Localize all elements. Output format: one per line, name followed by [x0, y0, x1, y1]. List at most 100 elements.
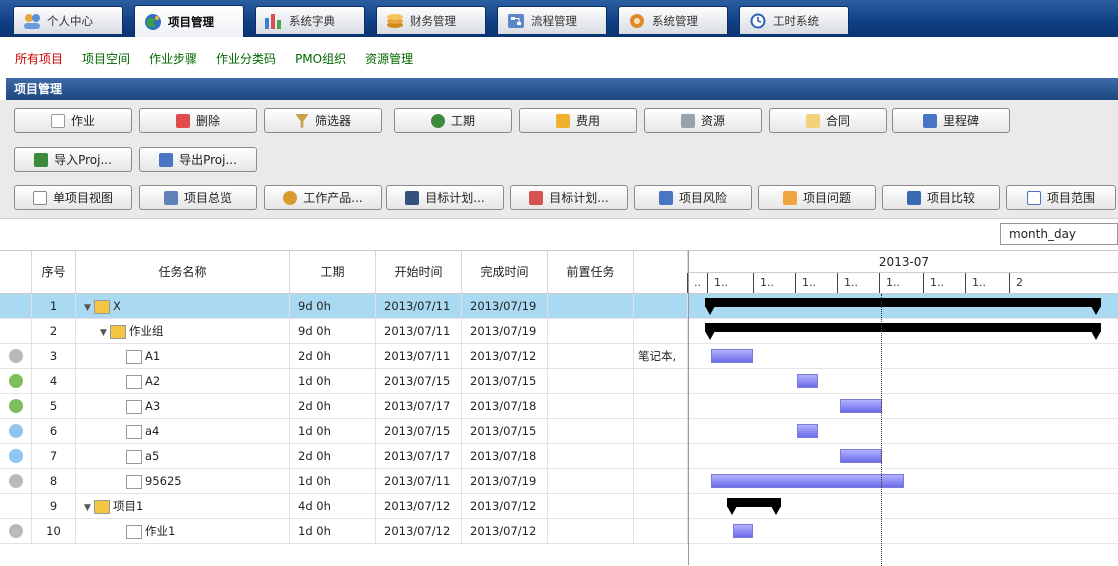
baseline-plan-button-2[interactable]: 目标计划...	[510, 185, 628, 210]
tab-finance[interactable]: 财务管理	[376, 6, 486, 34]
task-name-cell[interactable]: a4	[76, 419, 290, 444]
gantt-day-tick: 1..	[923, 273, 944, 293]
task-bar[interactable]	[797, 374, 818, 388]
subnav-resource-management[interactable]: 资源管理	[365, 50, 413, 67]
task-bar[interactable]	[840, 399, 882, 413]
milestone-button[interactable]: 里程碑	[892, 108, 1010, 133]
table-row[interactable]: 10 作业1 1d 0h 2013/07/12 2013/07/12	[0, 519, 688, 544]
tab-personal-center[interactable]: 个人中心	[13, 6, 123, 34]
task-name-cell[interactable]: ▼ 项目1	[76, 494, 290, 519]
duration-button[interactable]: 工期	[394, 108, 512, 133]
gantt-day-tick: 1..	[837, 273, 858, 293]
task-bar[interactable]	[797, 424, 818, 438]
work-product-button[interactable]: 工作产品...	[264, 185, 382, 210]
zoom-select[interactable]: month_day	[1000, 223, 1118, 245]
row-status-cell	[0, 344, 32, 369]
task-name-cell[interactable]: a5	[76, 444, 290, 469]
summary-bar[interactable]	[705, 298, 1101, 307]
seq-cell: 9	[32, 494, 76, 519]
project-issue-button[interactable]: 项目问题	[758, 185, 876, 210]
subnav-pmo-org[interactable]: PMO组织	[295, 50, 346, 67]
seq-cell: 6	[32, 419, 76, 444]
table-row[interactable]: 3 A1 2d 0h 2013/07/11 2013/07/12 笔记本,	[0, 344, 688, 369]
column-header-seq[interactable]: 序号	[32, 251, 76, 294]
table-row[interactable]: 4 A2 1d 0h 2013/07/15 2013/07/15	[0, 369, 688, 394]
gantt-day-tick: 1..	[965, 273, 986, 293]
baseline-plan-button-1[interactable]: 目标计划...	[386, 185, 504, 210]
duration-cell: 9d 0h	[290, 319, 376, 344]
expand-toggle-icon[interactable]: ▼	[100, 321, 110, 344]
filter-button[interactable]: 筛选器	[264, 108, 382, 133]
task-bar[interactable]	[711, 474, 904, 488]
table-row[interactable]: 1 ▼ X 9d 0h 2013/07/11 2013/07/19	[0, 294, 688, 319]
cost-button[interactable]: 费用	[519, 108, 637, 133]
single-project-view-button[interactable]: 单项目视图	[14, 185, 132, 210]
predecessor-cell	[548, 469, 634, 494]
column-header-start[interactable]: 开始时间	[376, 251, 462, 294]
window-icon	[32, 190, 47, 205]
task-bar[interactable]	[732, 524, 753, 538]
task-name-cell[interactable]: 95625	[76, 469, 290, 494]
column-header-duration[interactable]: 工期	[290, 251, 376, 294]
project-overview-button[interactable]: 项目总览	[139, 185, 257, 210]
status-column-header	[0, 251, 32, 294]
task-name-cell[interactable]: ▼ X	[76, 294, 290, 319]
tab-system-admin[interactable]: 系统管理	[618, 6, 728, 34]
task-bar[interactable]	[840, 449, 882, 463]
add-activity-button[interactable]: 作业	[14, 108, 132, 133]
gantt-row	[689, 494, 1118, 519]
table-row[interactable]: 2 ▼ 作业组 9d 0h 2013/07/11 2013/07/19	[0, 319, 688, 344]
task-name-cell[interactable]: A3	[76, 394, 290, 419]
subnav-all-projects[interactable]: 所有项目	[15, 50, 63, 67]
duration-cell: 2d 0h	[290, 344, 376, 369]
gantt-day-tick: ..	[687, 273, 701, 293]
task-name-text: X	[113, 299, 121, 313]
expand-toggle-icon[interactable]: ▼	[84, 296, 94, 319]
column-header-notes[interactable]	[634, 251, 688, 294]
column-header-predecessor[interactable]: 前置任务	[548, 251, 634, 294]
table-row[interactable]: 7 a5 2d 0h 2013/07/17 2013/07/18	[0, 444, 688, 469]
gantt-month-label: 2013-07	[689, 251, 1118, 273]
subnav-project-space[interactable]: 项目空间	[82, 50, 130, 67]
project-risk-button[interactable]: 项目风险	[634, 185, 752, 210]
tab-timesheet[interactable]: 工时系统	[739, 6, 849, 34]
project-compare-button[interactable]: 项目比较	[882, 185, 1000, 210]
gear-icon	[283, 190, 298, 205]
import-project-button[interactable]: 导入Proj...	[14, 147, 132, 172]
project-scope-button[interactable]: 项目范围	[1006, 185, 1116, 210]
export-project-button[interactable]: 导出Proj...	[139, 147, 257, 172]
contract-button[interactable]: 合同	[769, 108, 887, 133]
tab-workflow[interactable]: 流程管理	[497, 6, 607, 34]
compare-chart-icon	[906, 190, 921, 205]
zoom-row: month_day	[0, 218, 1118, 246]
table-row[interactable]: 8 95625 1d 0h 2013/07/11 2013/07/19	[0, 469, 688, 494]
column-header-end[interactable]: 完成时间	[462, 251, 548, 294]
summary-end-marker	[1091, 331, 1101, 340]
task-name-cell[interactable]: A1	[76, 344, 290, 369]
task-bar[interactable]	[711, 349, 753, 363]
task-name-cell[interactable]: 作业1	[76, 519, 290, 544]
expand-toggle-icon[interactable]: ▼	[84, 496, 94, 519]
duration-cell: 9d 0h	[290, 294, 376, 319]
notes-cell	[634, 469, 688, 494]
table-row[interactable]: 9 ▼ 项目1 4d 0h 2013/07/12 2013/07/12	[0, 494, 688, 519]
gantt-row	[689, 469, 1118, 494]
task-name-cell[interactable]: ▼ 作业组	[76, 319, 290, 344]
delete-button[interactable]: 删除	[139, 108, 257, 133]
summary-bar[interactable]	[705, 323, 1101, 332]
row-status-cell	[0, 469, 32, 494]
column-header-task-name[interactable]: 任务名称	[76, 251, 290, 294]
notes-cell	[634, 394, 688, 419]
resource-button[interactable]: 资源	[644, 108, 762, 133]
table-row[interactable]: 5 A3 2d 0h 2013/07/17 2013/07/18	[0, 394, 688, 419]
grid-header: 序号 任务名称 工期 开始时间 完成时间 前置任务	[0, 251, 688, 294]
subnav-work-steps[interactable]: 作业步骤	[149, 50, 197, 67]
gantt-header: 2013-07 .. 1.. 1.. 1.. 1.. 1.. 1.. 1.. 2	[687, 251, 1118, 294]
subnav-work-category-code[interactable]: 作业分类码	[216, 50, 276, 67]
tab-system-dictionary[interactable]: 系统字典	[255, 6, 365, 34]
add-status-icon	[9, 374, 23, 388]
tab-project-management[interactable]: 项目管理	[134, 5, 244, 37]
table-row[interactable]: 6 a4 1d 0h 2013/07/15 2013/07/15	[0, 419, 688, 444]
summary-end-marker	[1091, 306, 1101, 315]
task-name-cell[interactable]: A2	[76, 369, 290, 394]
